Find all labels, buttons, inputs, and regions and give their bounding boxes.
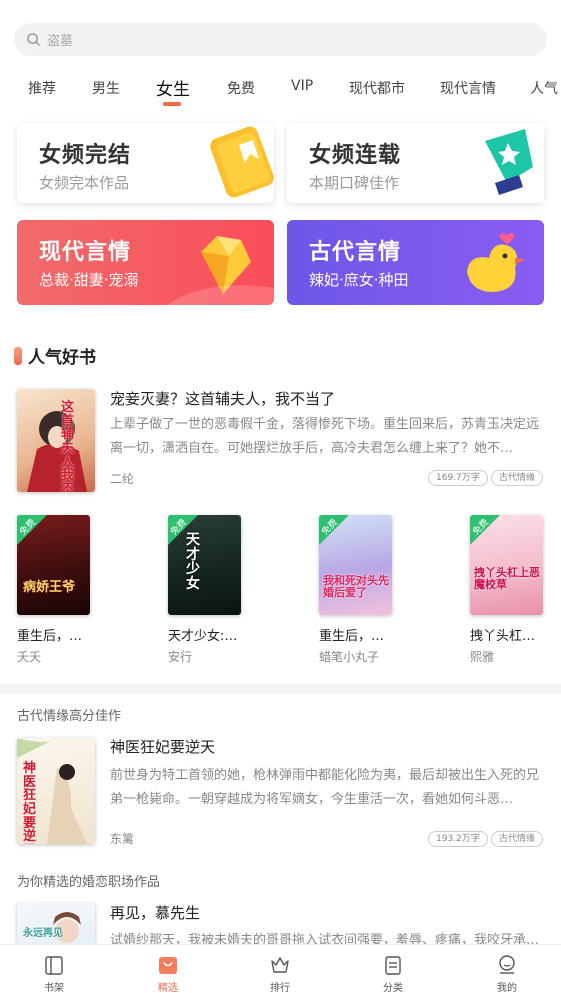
- nav-label: 书架: [44, 983, 64, 993]
- tab-male[interactable]: 男生: [92, 78, 120, 98]
- card-title: 女频完结: [39, 143, 132, 168]
- search-bar[interactable]: 盗墓: [14, 23, 547, 56]
- card-title: 古代言情: [309, 240, 402, 265]
- trophy-icon: [485, 129, 533, 195]
- nav-featured[interactable]: 精选: [128, 945, 208, 993]
- free-badge: 免费: [470, 515, 500, 545]
- book-cover-grid-3[interactable]: 我和死对头先婚后爱了 免费: [319, 515, 392, 615]
- featured-book-desc: 上辈子做了一世的恶毒假千金，落得惨死下场。重生回来后，苏青玉决定远离一切，潇洒自…: [110, 417, 540, 456]
- word-count-tag: 169.7万字: [428, 470, 488, 486]
- category-icon: [385, 956, 401, 975]
- cover-title-text: 神医狂妃要逆天: [23, 761, 37, 844]
- tab-modern-romance[interactable]: 现代言情: [440, 78, 496, 98]
- featured-book-author: 二纶: [110, 472, 135, 486]
- word-count-tag: 193.2万字: [428, 831, 488, 847]
- free-badge: 免费: [168, 515, 198, 545]
- grid-book-author: 蜡笔小丸子: [319, 650, 380, 664]
- grid-book-title[interactable]: 天才少女:…: [168, 625, 237, 644]
- rec-book-desc: 前世身为特工首领的她，枪林弹雨中都能化险为夷，最后却被出生入死的兄弟一枪毙命。一…: [110, 768, 540, 807]
- decoration-shape: [167, 285, 274, 305]
- card-ancient-romance[interactable]: 古代言情 辣妃·庶女·种田: [287, 220, 544, 305]
- nav-label: 排行: [270, 983, 290, 993]
- active-tab-indicator: [163, 102, 181, 106]
- nav-label: 精选: [158, 983, 178, 993]
- category-tabs: 推荐 男生 女生 免费 VIP 现代都市 现代言情 人气: [0, 70, 561, 110]
- nav-profile[interactable]: 我的: [467, 945, 547, 993]
- tab-popular[interactable]: 人气: [530, 78, 558, 98]
- cover-title-text: 拽丫头杠上恶魔校草: [474, 566, 540, 591]
- cover-title-text: 病娇王爷: [23, 580, 76, 595]
- card-title: 现代言情: [39, 240, 132, 265]
- tab-female[interactable]: 女生: [156, 75, 190, 100]
- card-female-completed[interactable]: 女频完结 女频完本作品: [17, 123, 274, 203]
- book-cover-grid-4[interactable]: 拽丫头杠上恶魔校草 免费: [470, 515, 543, 615]
- tab-vip[interactable]: VIP: [291, 78, 313, 94]
- section-popular-header: 人气好书: [14, 343, 96, 368]
- nav-ranking[interactable]: 排行: [240, 945, 320, 993]
- search-icon: [27, 33, 40, 46]
- rec-book-author: 东篱: [110, 832, 135, 846]
- genre-tag: 古代情缘: [491, 831, 544, 847]
- card-subtitle: 本期口碑佳作: [309, 174, 400, 192]
- profile-icon: [499, 955, 515, 974]
- free-badge: 免费: [17, 515, 47, 545]
- rec-book-title[interactable]: 再见，慕先生: [110, 902, 200, 923]
- grid-book-author: 安行: [168, 650, 193, 664]
- card-modern-romance[interactable]: 现代言情 总裁·甜妻·宠溺: [17, 220, 274, 305]
- cover-art: [27, 411, 87, 492]
- grid-book-author: 熙雅: [470, 650, 495, 664]
- nav-label: 我的: [497, 983, 517, 993]
- book-cover-rec-1[interactable]: 神医狂妃要逆天: [17, 738, 95, 844]
- rec-book-title[interactable]: 神医狂妃要逆天: [110, 736, 215, 757]
- featured-icon: [159, 957, 177, 974]
- grid-book-title[interactable]: 拽丫头杠…: [470, 625, 535, 644]
- bookmark-icon: [210, 126, 274, 198]
- cover-title-text: 我和死对头先婚后爱了: [323, 574, 389, 599]
- grid-book-title[interactable]: 重生后，…: [17, 625, 82, 644]
- crown-icon: [271, 957, 289, 973]
- card-subtitle: 女频完本作品: [39, 174, 130, 192]
- cover-title-text: 永远再见: [23, 928, 63, 939]
- book-cover-grid-1[interactable]: 病娇王爷 免费: [17, 515, 90, 615]
- card-subtitle: 总裁·甜妻·宠溺: [39, 271, 139, 289]
- featured-book-title[interactable]: 宠妾灭妻？这首辅夫人，我不当了: [110, 388, 335, 409]
- card-subtitle: 辣妃·庶女·种田: [309, 271, 409, 289]
- duck-icon: [467, 233, 525, 292]
- free-badge: 免费: [319, 515, 349, 545]
- section-title: 人气好书: [28, 348, 96, 368]
- book-cover-grid-2[interactable]: 天才少女 免费: [168, 515, 241, 615]
- section-marker: [14, 346, 22, 365]
- card-female-serial[interactable]: 女频连载 本期口碑佳作: [287, 123, 544, 203]
- book-cover-featured[interactable]: 这首辅夫人我不当了: [17, 389, 95, 492]
- rec-section-heading: 古代情缘高分佳作: [17, 709, 122, 724]
- genre-tag: 古代情缘: [491, 470, 544, 486]
- nav-category[interactable]: 分类: [353, 945, 433, 993]
- search-placeholder: 盗墓: [47, 34, 74, 49]
- nav-bookshelf[interactable]: 书架: [14, 945, 94, 993]
- grid-book-author: 夭夭: [17, 650, 42, 664]
- tab-modern-city[interactable]: 现代都市: [349, 78, 405, 98]
- bookshelf-icon: [45, 956, 63, 975]
- tab-free[interactable]: 免费: [227, 78, 255, 98]
- bottom-nav: 书架 精选 排行 分类 我的: [0, 944, 561, 993]
- rec-section-heading: 为你精选的婚恋职场作品: [17, 875, 161, 890]
- tab-recommend[interactable]: 推荐: [28, 78, 56, 98]
- section-divider: [0, 684, 561, 694]
- card-title: 女频连载: [309, 143, 402, 168]
- grid-book-title[interactable]: 重生后，…: [319, 625, 384, 644]
- nav-label: 分类: [383, 983, 403, 993]
- cover-title-text: 这首辅夫人我不当了: [61, 400, 75, 492]
